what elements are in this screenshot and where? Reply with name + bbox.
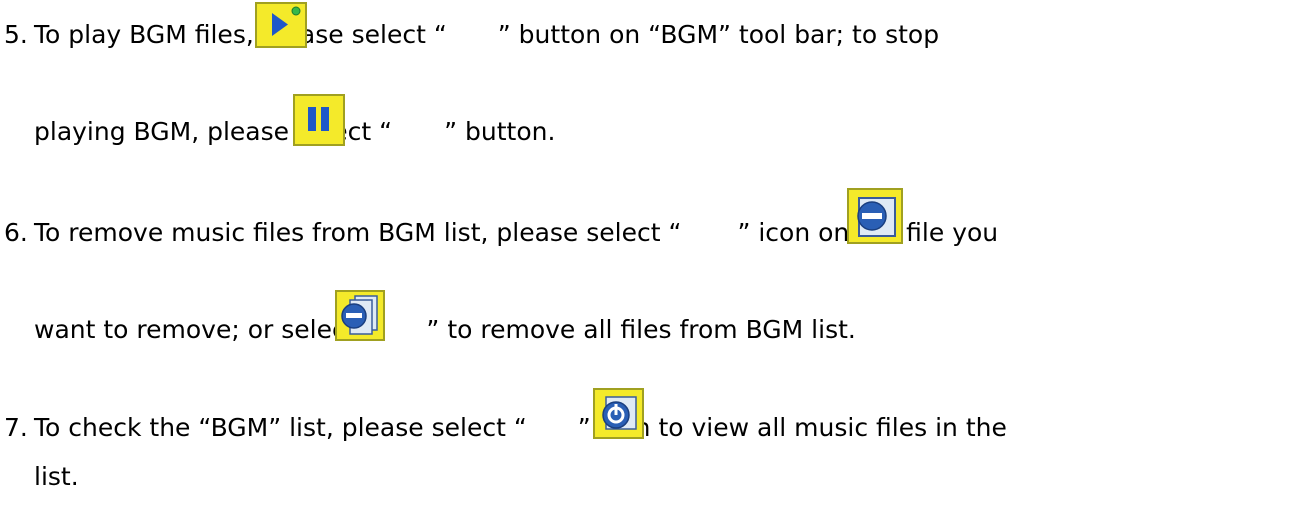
step-5-line-1: 5. To play BGM files, please select “ ” bu…	[4, 20, 939, 50]
step-7-text-a: To check the “BGM” list, please select “	[34, 413, 527, 442]
step-7-line-1: 7. To check the “BGM” list, please select…	[4, 413, 1007, 443]
step-7-number: 7.	[4, 413, 28, 442]
remove-all-files-icon	[335, 290, 385, 341]
step-6-text-a: To remove music files from BGM list, ple…	[34, 218, 682, 247]
pause-button-icon	[293, 94, 345, 146]
step-7-line-2: list.	[34, 462, 79, 492]
step-6-text-c: want to remove; or select “	[34, 315, 377, 344]
step-5-text-d: ” button.	[444, 117, 556, 146]
step-6-number: 6.	[4, 218, 28, 247]
step-5-number: 5.	[4, 20, 28, 49]
step-6-text-d: ” to remove all files from BGM list.	[426, 315, 856, 344]
step-6-line-2: want to remove; or select “ ” to remove a…	[34, 315, 856, 345]
step-5-text-a: To play BGM files, please select “	[34, 20, 447, 49]
play-button-icon	[255, 2, 307, 48]
step-7-text-c: list.	[34, 462, 79, 491]
remove-file-icon	[847, 188, 903, 244]
step-5-text-b: ” button on “BGM” tool bar; to stop	[497, 20, 940, 49]
view-bgm-list-icon	[593, 388, 644, 439]
